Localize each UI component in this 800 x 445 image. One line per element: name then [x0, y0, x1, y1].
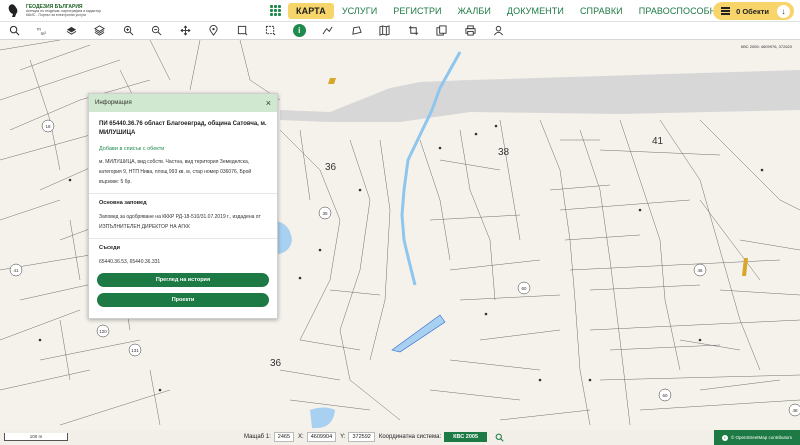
nav-documents[interactable]: ДОКУМЕНТИ — [499, 3, 572, 19]
nav-map[interactable]: КАРТА — [288, 2, 334, 19]
logo-line-3: КАИС - Портал за електронни услуги — [26, 12, 87, 17]
section-label-41: 41 — [652, 136, 664, 147]
pond-bottom — [310, 407, 335, 429]
close-icon[interactable]: × — [266, 98, 271, 108]
status-fields: Мащаб 1: 2465 X: 4609904 Y: 372592 Коорд… — [244, 432, 504, 442]
draw-polygon-icon[interactable] — [342, 22, 371, 40]
neighbours-section-title: Съседи — [89, 238, 277, 255]
status-bar: 100 m Мащаб 1: 2465 X: 4609904 Y: 372592… — [0, 430, 800, 445]
section-label-36: 36 — [325, 162, 337, 173]
badge-60: 60 — [521, 286, 527, 291]
search-icon[interactable] — [0, 22, 29, 40]
crs-select[interactable]: КВС 2005 — [444, 432, 488, 442]
y-field: Y: 372592 — [340, 432, 375, 442]
road — [280, 70, 800, 122]
crs-field: Координатна система: КВС 2005 — [378, 432, 488, 442]
y-value: 372592 — [348, 432, 375, 442]
info-tool-label: i — [292, 24, 306, 37]
layers-stack-icon[interactable] — [57, 22, 86, 40]
scale-field-label: Мащаб 1: — [244, 434, 271, 440]
draw-line-icon[interactable] — [314, 22, 343, 40]
crop-icon[interactable] — [399, 22, 428, 40]
badge-18: 18 — [45, 124, 51, 129]
scale-input[interactable]: 2465 — [273, 432, 295, 442]
parcel-title: ПИ 65440.36.76 област Благоевград, общин… — [99, 121, 267, 136]
lion-emblem-icon — [8, 3, 18, 17]
info-dot-icon: i — [721, 434, 728, 441]
arrow-down-icon: ↓ — [777, 4, 790, 18]
objects-button[interactable]: 0 Обекти ↓ — [713, 2, 794, 20]
nav-services[interactable]: УСЛУГИ — [334, 3, 385, 19]
objects-count-label: 0 Обекти — [736, 6, 769, 16]
scale-bar: 100 m — [4, 433, 68, 441]
map-toolbar: m m² i — [0, 22, 800, 40]
section-label-36-bottom: 36 — [270, 358, 282, 369]
order-text: Заповед за одобряване на КККР РД-18-510/… — [99, 214, 261, 230]
lake — [391, 314, 446, 353]
select-rect-icon[interactable] — [228, 22, 257, 40]
coordinate-search-icon[interactable] — [495, 433, 504, 442]
info-icon[interactable]: i — [285, 22, 314, 40]
add-to-list-link[interactable]: Добави в списък с обекти — [89, 138, 277, 152]
y-label: Y: — [340, 434, 346, 440]
badge-120: 120 — [99, 329, 107, 334]
apps-grid-icon[interactable] — [270, 4, 282, 17]
badge-41: 41 — [13, 268, 19, 273]
nav-registers[interactable]: РЕГИСТРИ — [385, 3, 449, 19]
section-label-38: 38 — [498, 147, 510, 158]
zoom-out-icon[interactable] — [143, 22, 172, 40]
badge-131: 131 — [131, 348, 139, 353]
order-section-title: Основна заповед — [89, 193, 277, 210]
highlighted-parcel-right — [742, 258, 748, 276]
top-bar: ГЕОДЕЗИЯ БЪЛГАРИЯ Агенция по геодезия, к… — [0, 0, 800, 22]
agency-logo[interactable]: ГЕОДЕЗИЯ БЪЛГАРИЯ Агенция по геодезия, к… — [0, 0, 270, 22]
badge-35: 35 — [322, 211, 328, 216]
popup-header-title: Информация — [95, 100, 132, 106]
projects-button[interactable]: Проекти — [97, 293, 269, 307]
neighbours-text: 65440.36.53, 65440.36.331 — [99, 259, 161, 265]
nav-reports[interactable]: СПРАВКИ — [572, 3, 631, 19]
osm-attribution[interactable]: i © OpenStreetMap contributors — [714, 430, 800, 445]
svg-text:m²: m² — [41, 31, 47, 36]
measure-icon[interactable]: m m² — [29, 22, 58, 40]
nav-complaints[interactable]: ЖАЛБИ — [450, 3, 499, 19]
badge-46: 46 — [697, 268, 703, 273]
pan-icon[interactable] — [171, 22, 200, 40]
layers-icon[interactable] — [86, 22, 115, 40]
print-icon[interactable] — [456, 22, 485, 40]
scale-field: Мащаб 1: 2465 — [244, 432, 295, 442]
highlighted-parcel-top — [328, 78, 336, 84]
copy-icon[interactable] — [428, 22, 457, 40]
history-button[interactable]: Преглед на история — [97, 273, 269, 287]
popup-header: Информация × — [89, 94, 277, 112]
crs-label: Координатна система: — [378, 434, 442, 440]
marker-icon[interactable] — [200, 22, 229, 40]
crs-readout: КВС 2005: 4609976, 372620 — [740, 44, 792, 49]
badge-48: 48 — [792, 408, 798, 413]
osm-attribution-text: © OpenStreetMap contributors — [730, 435, 793, 440]
x-field: X: 4609904 — [298, 432, 337, 442]
menu-icon — [721, 6, 731, 17]
zoom-in-icon[interactable] — [114, 22, 143, 40]
x-label: X: — [298, 434, 304, 440]
user-icon[interactable] — [485, 22, 514, 40]
parcel-description: м. МИЛУШИЦА, вид собств. Частна, вид тер… — [99, 159, 252, 185]
badge-60-bottom: 60 — [662, 393, 668, 398]
select-poly-icon[interactable] — [257, 22, 286, 40]
info-popup: Информация × ПИ 65440.36.76 област Благо… — [88, 93, 278, 319]
map-icon[interactable] — [371, 22, 400, 40]
x-value: 4609904 — [306, 432, 337, 442]
